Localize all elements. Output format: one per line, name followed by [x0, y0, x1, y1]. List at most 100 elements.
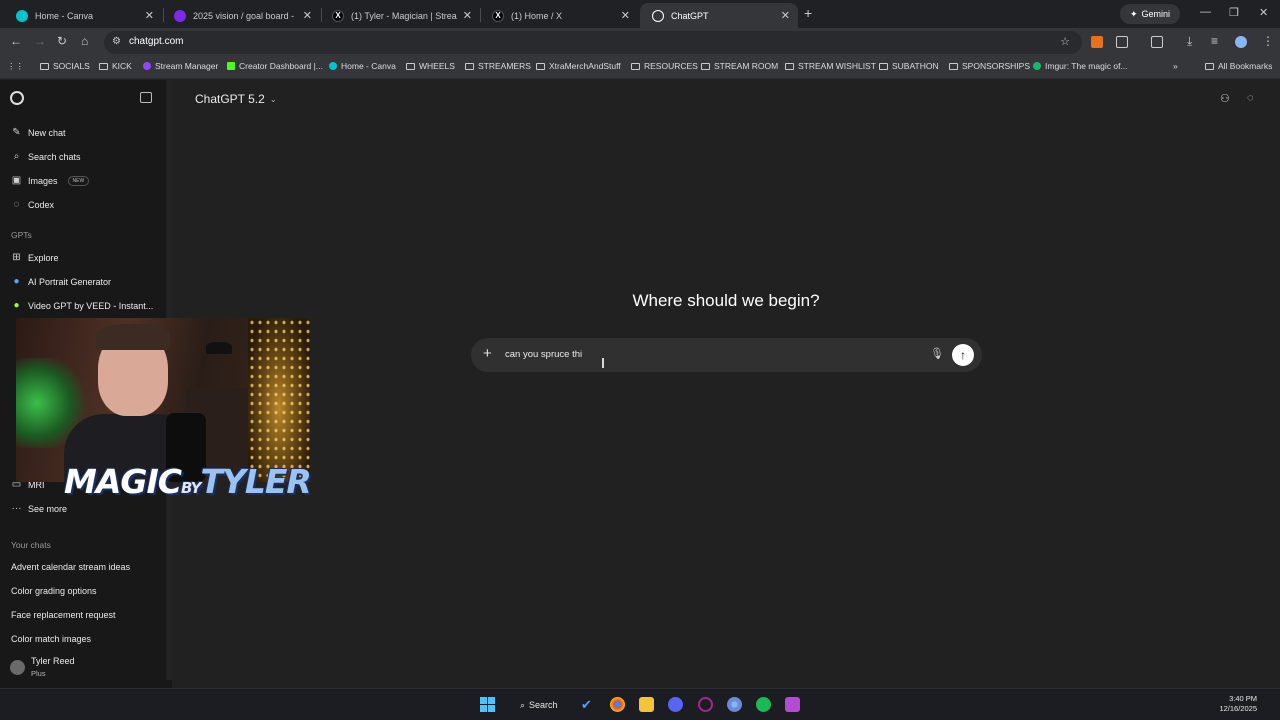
- url-text[interactable]: chatgpt.com: [129, 36, 183, 47]
- bookmark-wheels[interactable]: WHEELS: [406, 61, 455, 71]
- taskbar-search[interactable]: ⌕ Search: [512, 696, 566, 714]
- bookmark-streamers[interactable]: STREAMERS: [465, 61, 531, 71]
- forward-icon[interactable]: →: [34, 34, 46, 48]
- see-more-button[interactable]: ··· See more: [11, 503, 68, 514]
- bookmark-star-icon[interactable]: ☆: [1060, 35, 1070, 48]
- sidebar-item-veed[interactable]: ● Video GPT by VEED - Instant...: [11, 300, 153, 311]
- gemini-icon: ✦: [1130, 8, 1138, 19]
- sidebar-item-explore[interactable]: ⊞ Explore: [11, 252, 58, 263]
- prompt-composer[interactable]: + can you spruce thi 🎙 ↑: [471, 338, 982, 372]
- bookmark-resources[interactable]: RESOURCES: [631, 61, 698, 71]
- reload-icon[interactable]: ↻: [57, 34, 67, 48]
- sidebar-item-images[interactable]: ▣ Images NEW: [11, 175, 90, 186]
- profile-icon[interactable]: [1235, 36, 1247, 48]
- todo-icon[interactable]: ✔: [581, 697, 596, 712]
- folder-icon: [949, 62, 958, 70]
- windows-start-icon[interactable]: [480, 697, 495, 712]
- bookmark-home-canva[interactable]: Home - Canva: [329, 61, 396, 71]
- folder-icon: [99, 62, 108, 70]
- sidebar-item-search-chats[interactable]: ⌕ Search chats: [11, 151, 81, 162]
- bookmark-kick[interactable]: KICK: [99, 61, 132, 71]
- bookmark-socials[interactable]: SOCIALS: [40, 61, 90, 71]
- bookmark-sponsorships[interactable]: SPONSORSHIPS: [949, 61, 1030, 71]
- bookmarks-overflow-icon[interactable]: »: [1173, 61, 1178, 71]
- spotify-icon[interactable]: [756, 697, 771, 712]
- bookmark-stream-wishlist[interactable]: STREAM WISHLIST: [785, 61, 876, 71]
- bookmark-creator-dashboard[interactable]: Creator Dashboard |...: [227, 61, 323, 71]
- download-icon[interactable]: ⤓: [1187, 34, 1192, 49]
- edit-icon: ✎: [12, 127, 21, 138]
- search-icon: ⌕: [13, 151, 20, 162]
- close-icon[interactable]: ✕: [621, 9, 630, 22]
- close-icon[interactable]: ✕: [303, 9, 312, 22]
- microphone-icon[interactable]: 🎙: [930, 347, 944, 360]
- sidebar-item-new-chat[interactable]: ✎ New chat: [11, 127, 65, 138]
- bookmark-stream-room[interactable]: STREAM ROOM: [701, 61, 778, 71]
- image-icon: ▣: [11, 175, 22, 186]
- close-icon[interactable]: ✕: [463, 9, 472, 22]
- media-icon[interactable]: ≡: [1211, 34, 1218, 48]
- search-icon: ⌕: [520, 699, 526, 710]
- folder-icon: [40, 62, 49, 70]
- address-bar[interactable]: ⚙ chatgpt.com ☆: [104, 31, 1082, 54]
- tab-home-canva[interactable]: Home - Canva ✕: [4, 3, 162, 28]
- file-explorer-icon[interactable]: [639, 697, 654, 712]
- plus-icon[interactable]: +: [483, 345, 492, 362]
- chat-history-item[interactable]: Face replacement request: [11, 610, 116, 620]
- close-icon[interactable]: ✕: [781, 9, 790, 22]
- chat-history-item[interactable]: Advent calendar stream ideas: [11, 562, 130, 572]
- discord-icon[interactable]: [668, 697, 683, 712]
- bookmark-subathon[interactable]: SUBATHON: [879, 61, 939, 71]
- openai-logo-icon[interactable]: [10, 91, 24, 105]
- sidebar-toggle-icon[interactable]: [140, 92, 152, 103]
- tab-chatgpt[interactable]: ChatGPT ✕: [640, 3, 798, 28]
- all-bookmarks[interactable]: All Bookmarks: [1205, 61, 1272, 71]
- tab-title: (1) Home / X: [511, 10, 563, 21]
- chat-history-item[interactable]: Color match images: [11, 634, 91, 644]
- model-selector[interactable]: ChatGPT 5.2 ⌄: [195, 92, 277, 106]
- chat-history-item[interactable]: Color grading options: [11, 586, 97, 596]
- avatar: [10, 660, 25, 675]
- sidebar-item-ai-portrait[interactable]: ● AI Portrait Generator: [11, 276, 111, 287]
- chrome-icon[interactable]: [610, 697, 625, 712]
- prompt-input[interactable]: can you spruce thi: [505, 349, 582, 360]
- bookmarks-bar: ⋮⋮ SOCIALS KICK Stream Manager Creator D…: [0, 57, 1280, 79]
- system-clock[interactable]: 3:40 PM 12/16/2025: [1205, 694, 1257, 714]
- new-tab-icon[interactable]: +: [804, 5, 812, 21]
- restore-icon[interactable]: ❐: [1229, 6, 1239, 19]
- back-icon[interactable]: ←: [10, 34, 22, 48]
- close-window-icon[interactable]: ✕: [1259, 6, 1268, 19]
- app-icon[interactable]: [785, 697, 800, 712]
- ellipsis-icon: ···: [11, 503, 22, 514]
- temporary-chat-icon[interactable]: ◌: [1247, 92, 1254, 104]
- user-profile-button[interactable]: Tyler Reed Plus: [0, 650, 166, 686]
- model-label: ChatGPT 5.2: [195, 92, 265, 106]
- tab-home-x[interactable]: X (1) Home / X ✕: [480, 3, 638, 28]
- more-menu-icon[interactable]: ⋮: [1262, 34, 1274, 48]
- tab-vision-board[interactable]: 2025 vision / goal board - Prese ✕: [162, 3, 320, 28]
- extensions-puzzle-icon[interactable]: [1116, 36, 1128, 48]
- send-button[interactable]: ↑: [952, 344, 974, 366]
- site-info-icon[interactable]: ⚙: [112, 36, 121, 47]
- apps-icon[interactable]: ⋮⋮: [7, 61, 24, 72]
- cast-icon[interactable]: [1151, 36, 1163, 48]
- gemini-label: Gemini: [1141, 9, 1171, 19]
- bookmark-stream-manager[interactable]: Stream Manager: [143, 61, 218, 71]
- folder-icon: [631, 62, 640, 70]
- sidebar-item-codex[interactable]: ◌ Codex: [11, 199, 55, 210]
- obs-icon[interactable]: [698, 697, 713, 712]
- extension-icon[interactable]: [1091, 36, 1103, 48]
- tab-tyler-x[interactable]: X (1) Tyler - Magician | Streamer c ✕: [320, 3, 480, 28]
- folder-icon: [785, 62, 794, 70]
- close-icon[interactable]: ✕: [145, 9, 154, 22]
- home-icon[interactable]: ⌂: [81, 34, 88, 48]
- folder-icon: [465, 62, 474, 70]
- bookmark-xtramerch[interactable]: XtraMerchAndStuff: [536, 61, 621, 71]
- bookmark-imgur[interactable]: Imgur: The magic of...: [1033, 61, 1128, 71]
- share-person-icon[interactable]: ⚇: [1220, 92, 1230, 105]
- chrome-active-icon[interactable]: [727, 697, 742, 712]
- kick-icon: [227, 62, 235, 70]
- gemini-button[interactable]: ✦ Gemini: [1120, 4, 1181, 24]
- folder-icon: [536, 62, 545, 70]
- minimize-icon[interactable]: —: [1200, 6, 1211, 18]
